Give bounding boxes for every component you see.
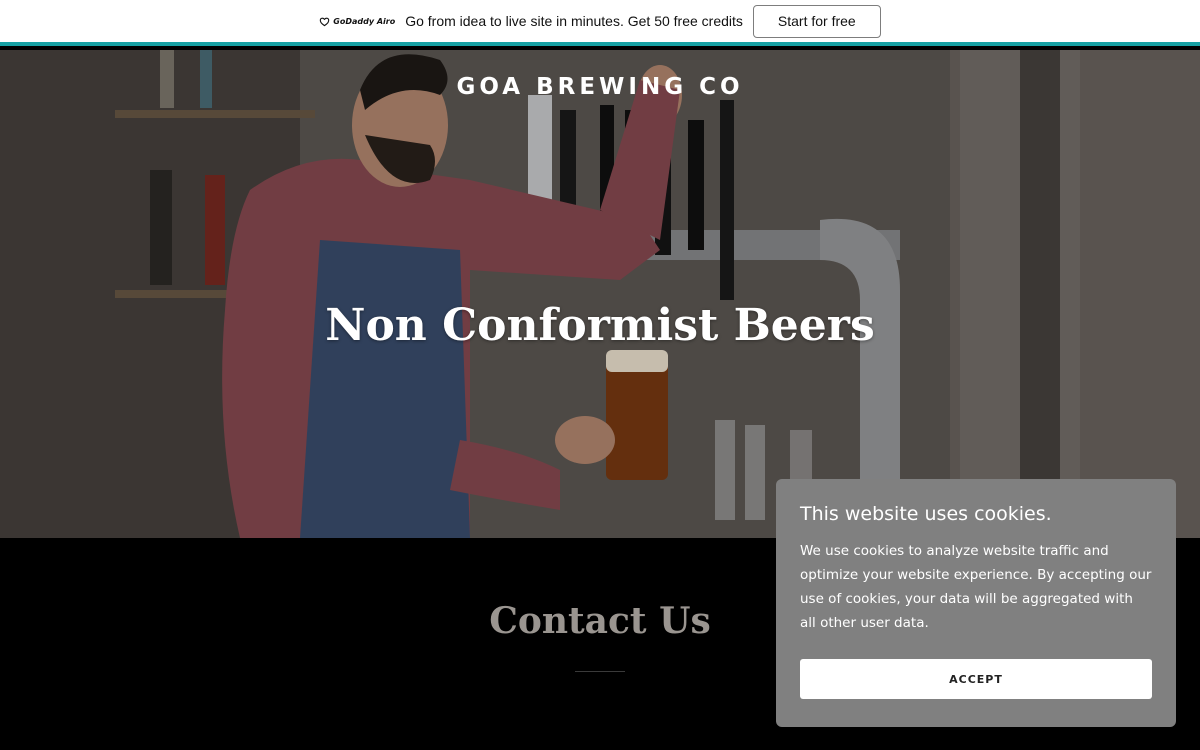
promo-message: Go from idea to live site in minutes. Ge…	[405, 13, 743, 29]
site-brand[interactable]: GOA BREWING CO	[0, 74, 1200, 100]
promo-bar: GoDaddy Airo Go from idea to live site i…	[0, 0, 1200, 46]
logo-text: GoDaddy Airo	[333, 16, 396, 26]
cookie-body: We use cookies to analyze website traffi…	[800, 543, 1152, 631]
cookie-banner: This website uses cookies. We use cookie…	[776, 479, 1176, 727]
section-divider	[575, 671, 625, 672]
accept-cookies-button[interactable]: ACCEPT	[800, 659, 1152, 699]
hero-title: Non Conformist Beers	[325, 300, 875, 351]
cookie-title: This website uses cookies.	[800, 503, 1052, 525]
start-for-free-button[interactable]: Start for free	[752, 4, 881, 38]
hero-overlay	[0, 50, 1200, 538]
hero-section: GOA BREWING CO Non Conformist Beers	[0, 50, 1200, 538]
godaddy-heart-icon	[319, 17, 330, 26]
godaddy-airo-logo[interactable]: GoDaddy Airo	[319, 16, 395, 27]
